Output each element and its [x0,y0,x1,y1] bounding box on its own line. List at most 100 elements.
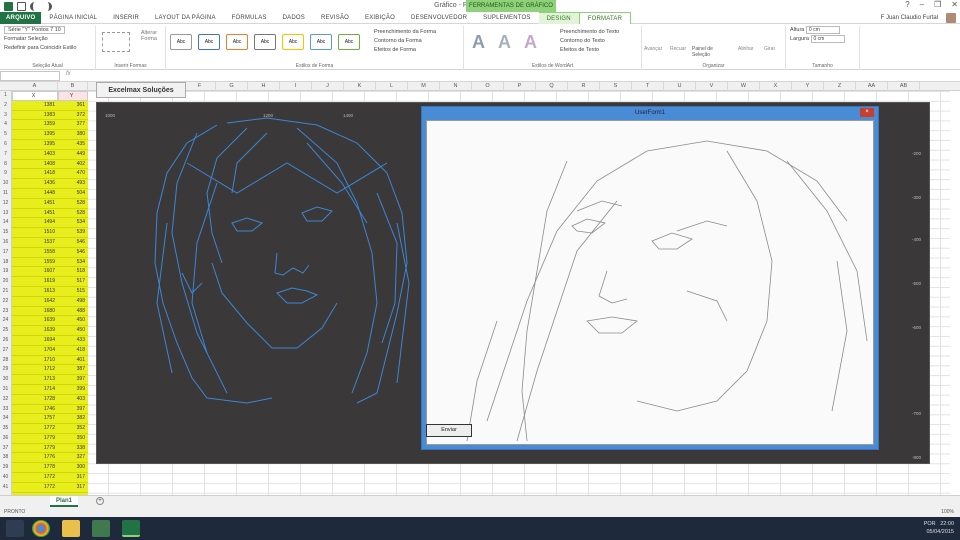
cell-y[interactable]: 401 [58,356,88,366]
format-selection-button[interactable]: Formatar Seleção [0,35,95,44]
cell-x[interactable]: 1510 [12,228,58,238]
cell-x[interactable]: 1778 [12,463,58,474]
cell-y[interactable]: 504 [58,189,88,199]
cell-x[interactable]: 1639 [12,316,58,327]
column-header[interactable]: Q [536,82,568,91]
chrome-icon[interactable] [32,520,50,537]
cell-y[interactable]: 546 [58,238,88,248]
cell-x[interactable]: 1712 [12,365,58,376]
tab-addins[interactable]: SUPLEMENTOS [475,12,538,24]
row-header[interactable]: 34 [0,414,11,424]
cell-y[interactable]: 534 [58,258,88,268]
text-fill-button[interactable]: Preenchimento do Texto [556,28,619,37]
cell-y[interactable]: 488 [58,307,88,317]
cell-x[interactable]: 1451 [12,199,58,209]
cell-y[interactable]: 539 [58,228,88,238]
send-backward-button[interactable]: Recuar [670,46,686,52]
cell-x[interactable]: 1395 [12,130,58,140]
dialog-close-button[interactable]: × [860,108,874,117]
row-header[interactable]: 27 [0,346,11,356]
column-header[interactable]: F [184,82,216,91]
tab-insert[interactable]: INSERIR [105,12,147,24]
height-input[interactable]: 0 cm [805,26,840,34]
clock-time[interactable]: 22:00 [940,521,954,527]
language-indicator[interactable]: POR [924,521,936,527]
cell-x[interactable]: 1694 [12,336,58,346]
cell-y[interactable]: 528 [58,199,88,209]
user-name[interactable]: F Juan Claudio Furtal [881,15,938,21]
shape-style-3[interactable]: Abc [226,34,248,50]
change-shape-button[interactable]: Alterar Forma [136,30,162,42]
row-header[interactable]: 24 [0,316,11,326]
cell-x[interactable]: 1381 [12,101,58,111]
column-header[interactable]: T [632,82,664,91]
cell-x[interactable]: 1451 [12,209,58,219]
shape-style-1[interactable]: Abc [170,34,192,50]
text-outline-button[interactable]: Contorno do Texto [556,37,619,46]
cell-y[interactable]: 397 [58,405,88,415]
row-header[interactable]: 17 [0,248,11,258]
tab-home[interactable]: PÁGINA INICIAL [41,12,105,24]
cell-x[interactable]: 1710 [12,356,58,366]
cell-x[interactable]: 1448 [12,189,58,199]
row-header[interactable]: 8 [0,160,11,170]
folder-icon[interactable] [62,520,80,537]
tab-view[interactable]: EXIBIÇÃO [357,12,403,24]
cell-y[interactable]: 300 [58,463,88,474]
excel-app-icon[interactable] [122,520,140,537]
row-header[interactable]: 3 [0,111,11,121]
wordart-style-1[interactable]: A [472,32,485,53]
row-header[interactable]: 29 [0,365,11,375]
selection-pane-button[interactable]: Painel de Seleção [692,46,732,58]
cell-x[interactable]: 1772 [12,483,58,493]
cell-x[interactable]: 1395 [12,140,58,150]
cell-x[interactable]: 1757 [12,414,58,425]
column-header[interactable]: B [58,82,88,91]
cell-y[interactable]: 517 [58,277,88,287]
name-box[interactable] [0,71,60,81]
column-header[interactable]: A [12,82,58,91]
row-header[interactable]: 35 [0,424,11,434]
bring-forward-button[interactable]: Avançar [644,46,662,52]
cell-y[interactable]: 317 [58,473,88,483]
wordart-style-2[interactable]: A [498,32,511,53]
row-header[interactable]: 7 [0,150,11,160]
row-header[interactable]: 28 [0,356,11,366]
cell-y[interactable]: 380 [58,130,88,140]
row-header[interactable]: 32 [0,395,11,405]
column-header[interactable]: K [344,82,376,91]
cell-x[interactable]: 1713 [12,375,58,385]
cell-x[interactable]: 1383 [12,111,58,121]
cell-x[interactable]: 1418 [12,169,58,180]
row-header[interactable]: 26 [0,336,11,346]
sheet-tab-plan1[interactable]: Plan1 [50,496,78,507]
cell-y[interactable]: 377 [58,120,88,131]
cell-y[interactable]: 399 [58,385,88,395]
shape-style-7[interactable]: Abc [338,34,360,50]
cell-y[interactable]: 534 [58,218,88,229]
cell-y[interactable]: 382 [58,414,88,425]
cell-y[interactable]: 515 [58,287,88,297]
column-header[interactable]: I [280,82,312,91]
cell-y[interactable]: 361 [58,101,88,111]
column-header[interactable]: O [472,82,504,91]
row-header[interactable]: 10 [0,179,11,189]
cell-x[interactable]: 1558 [12,248,58,258]
cell-y[interactable]: 403 [58,395,88,405]
rotate-button[interactable]: Girar [764,46,775,52]
cell-y[interactable]: 397 [58,375,88,385]
column-header[interactable]: Y [792,82,824,91]
row-header[interactable]: 11 [0,189,11,199]
cell-y[interactable]: 449 [58,150,88,160]
tab-design[interactable]: DESIGN [538,11,579,24]
row-header[interactable]: 31 [0,385,11,395]
shape-style-2[interactable]: Abc [198,34,220,50]
cell-x[interactable]: 1607 [12,267,58,278]
cell-x[interactable]: 1559 [12,258,58,268]
cell-x[interactable]: 1704 [12,346,58,356]
column-header[interactable]: V [696,82,728,91]
cell-x[interactable]: 1779 [12,434,58,444]
column-header[interactable]: M [408,82,440,91]
cell-y[interactable]: 352 [58,424,88,434]
cell-y[interactable]: 317 [58,483,88,493]
